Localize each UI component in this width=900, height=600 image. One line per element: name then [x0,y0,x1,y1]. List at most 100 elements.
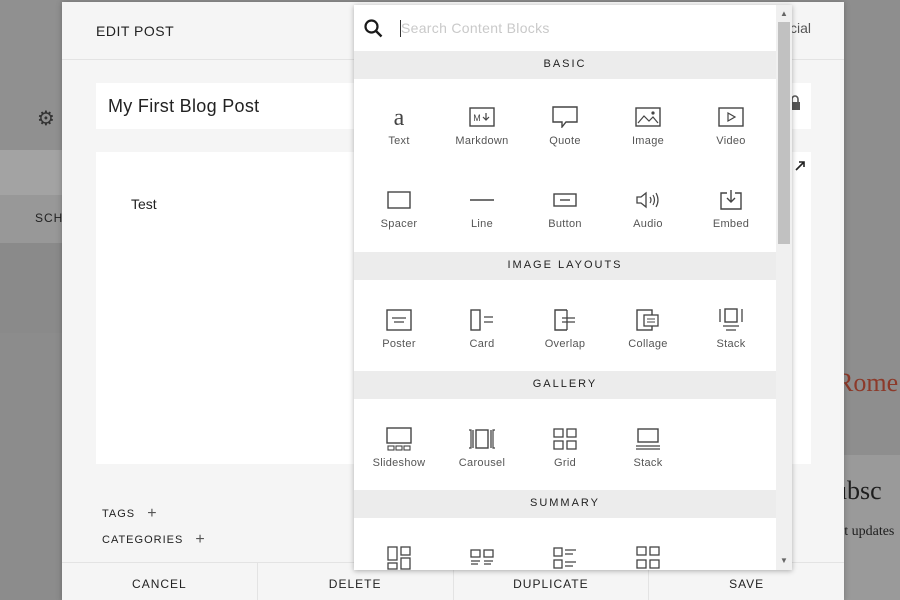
content-block-picker: BASIC a Text M Markdown Quote Image Vide… [354,5,792,570]
block-gallery-stack[interactable]: Stack [607,411,689,481]
summary-carousel-icon [441,544,523,570]
block-label: Markdown [455,135,509,147]
card-icon [441,306,523,334]
image-icon [607,103,689,131]
block-label: Card [469,338,495,350]
block-label: Embed [712,218,750,230]
block-label: Quote [549,135,581,147]
block-label: Button [548,218,582,230]
block-overlap[interactable]: Overlap [524,292,606,362]
block-label: Video [716,135,746,147]
scroll-up-arrow-icon[interactable]: ▲ [780,9,788,18]
gear-icon: ⚙ [37,108,55,130]
svg-text:a: a [394,105,405,130]
button-icon [524,186,606,214]
block-quote[interactable]: Quote [524,89,606,159]
block-spacer[interactable]: Spacer [358,172,440,242]
background-header-text: cial [790,20,812,36]
section-header-gallery: GALLERY [354,371,776,399]
add-category-icon[interactable]: + [195,531,205,548]
block-text[interactable]: a Text [358,89,440,159]
add-tag-icon[interactable]: + [147,505,157,522]
tags-label: TAGS [102,508,136,520]
spacer-icon [358,186,440,214]
block-label: Image [631,135,665,147]
block-label: Carousel [458,457,506,469]
audio-icon [607,186,689,214]
block-embed[interactable]: Embed [690,172,772,242]
block-carousel[interactable]: Carousel [441,411,523,481]
svg-text:M: M [473,113,481,123]
block-label: Line [471,218,493,230]
post-title-text[interactable]: My First Blog Post [108,96,259,117]
collage-icon [607,306,689,334]
carousel-icon [441,425,523,453]
quote-icon [524,103,606,131]
block-label: Slideshow [372,457,426,469]
block-poster[interactable]: Poster [358,292,440,362]
background-side-label: SCH [35,211,64,225]
block-label: Overlap [544,338,586,350]
block-slideshow[interactable]: Slideshow [358,411,440,481]
block-collage[interactable]: Collage [607,292,689,362]
stack-icon [690,306,772,334]
block-image[interactable]: Image [607,89,689,159]
block-label: Poster [382,338,416,350]
block-grid[interactable]: Grid [524,411,606,481]
cancel-button[interactable]: CANCEL [62,563,257,600]
section-header-summary: SUMMARY [354,490,776,518]
categories-label: CATEGORIES [102,534,184,546]
section-image-layouts: Poster Card Overlap Collage Stack [354,280,776,371]
block-summary-carousel[interactable] [441,530,523,570]
embed-icon [690,186,772,214]
background-band [0,333,62,600]
block-label: Grid [554,457,576,469]
block-label: Audio [633,218,663,230]
slideshow-icon [358,425,440,453]
section-summary [354,518,776,570]
section-basic: a Text M Markdown Quote Image Video Spac… [354,79,776,252]
section-header-image-layouts: IMAGE LAYOUTS [354,252,776,280]
block-label: Stack [633,457,663,469]
grid-icon [524,425,606,453]
block-list: BASIC a Text M Markdown Quote Image Vide… [354,51,776,570]
summary-list-icon [524,544,606,570]
block-summary-wall[interactable] [358,530,440,570]
block-markdown[interactable]: M Markdown [441,89,523,159]
scroll-thumb[interactable] [778,22,790,244]
poster-icon [358,306,440,334]
block-line[interactable]: Line [441,172,523,242]
search-icon [364,19,383,43]
background-heading: Rome [836,368,899,397]
picker-scrollbar[interactable]: ▲ ▼ [776,5,792,570]
background-updates-text: et updates [838,524,895,539]
summary-wall-icon [358,544,440,570]
categories-row[interactable]: CATEGORIES + [102,530,206,548]
search-input[interactable] [401,14,761,42]
block-summary-list[interactable] [524,530,606,570]
block-card[interactable]: Card [441,292,523,362]
block-audio[interactable]: Audio [607,172,689,242]
section-header-basic: BASIC [354,51,776,79]
block-label: Collage [628,338,668,350]
search-bar[interactable] [354,5,776,51]
block-summary-grid[interactable] [607,530,689,570]
block-stack[interactable]: Stack [690,292,772,362]
markdown-icon: M [441,103,523,131]
post-body-text[interactable]: Test [131,196,157,212]
dialog-title: EDIT POST [96,23,175,39]
text-icon: a [358,103,440,131]
scroll-down-arrow-icon[interactable]: ▼ [780,556,788,565]
background-band [0,150,62,195]
section-gallery: Slideshow Carousel Grid Stack [354,399,776,490]
block-video[interactable]: Video [690,89,772,159]
block-label: Stack [716,338,746,350]
background-band [0,243,62,333]
block-button[interactable]: Button [524,172,606,242]
summary-grid-icon [607,544,689,570]
block-label: Text [388,135,410,147]
tags-row[interactable]: TAGS + [102,504,158,522]
gallery-stack-icon [607,425,689,453]
expand-icon[interactable] [795,158,805,174]
overlap-icon [524,306,606,334]
